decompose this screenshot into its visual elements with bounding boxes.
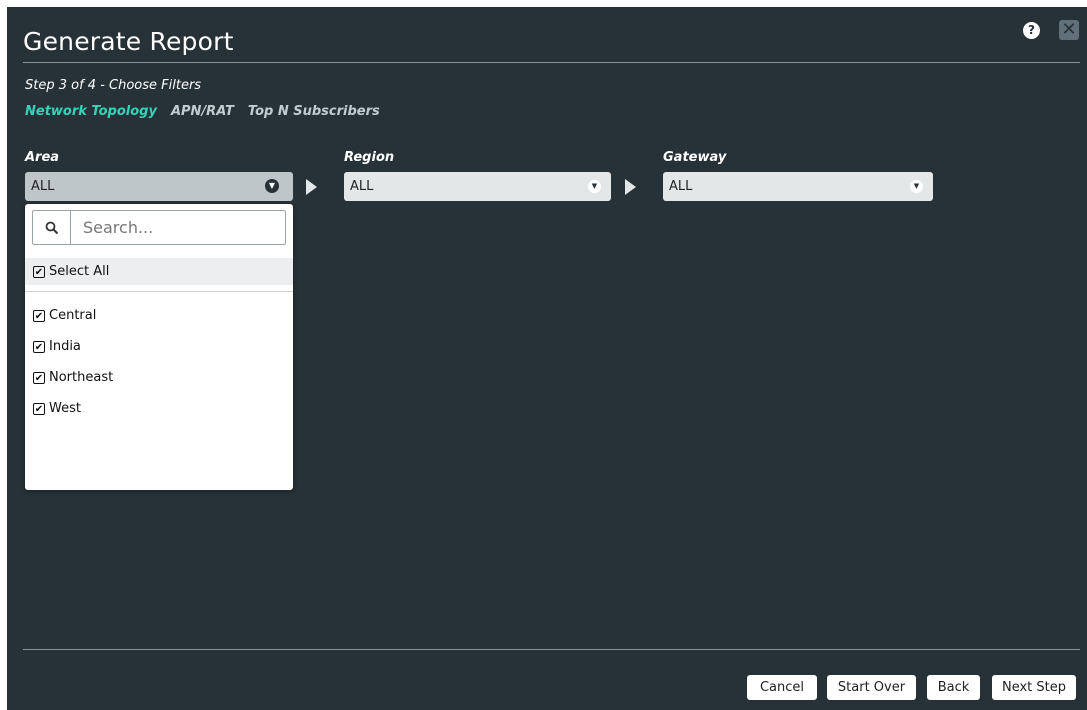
dropdown-divider: [25, 291, 293, 292]
checkbox-checked-icon[interactable]: ✔: [33, 265, 45, 278]
gateway-label: Gateway: [663, 150, 727, 165]
chevron-down-icon: ▼: [588, 180, 601, 193]
title-divider: [23, 62, 1080, 63]
list-item-india[interactable]: ✔ India: [33, 339, 81, 354]
back-button[interactable]: Back: [927, 675, 980, 700]
checkbox-checked-icon[interactable]: ✔: [33, 402, 45, 415]
checkbox-checked-icon[interactable]: ✔: [33, 340, 45, 353]
area-select[interactable]: ALL ▼: [25, 172, 293, 201]
area-label: Area: [25, 150, 60, 165]
area-dropdown-panel: ✔ Select All ✔ Central ✔ India ✔ Northea…: [25, 204, 293, 490]
gateway-select-value: ALL: [669, 179, 693, 194]
list-item-label: India: [49, 339, 81, 354]
tab-top-n-subscribers[interactable]: Top N Subscribers: [248, 104, 380, 119]
search-input[interactable]: [71, 211, 285, 244]
gateway-select[interactable]: ALL ▼: [663, 172, 933, 201]
list-item-central[interactable]: ✔ Central: [33, 308, 96, 323]
chevron-down-icon: ▼: [265, 179, 279, 193]
cancel-button[interactable]: Cancel: [747, 675, 817, 700]
start-over-button[interactable]: Start Over: [827, 675, 916, 700]
arrow-right-icon: [625, 179, 636, 195]
close-x-icon[interactable]: ✕: [1059, 20, 1079, 40]
step-indicator: Step 3 of 4 - Choose Filters: [25, 78, 202, 93]
search-icon: [33, 211, 71, 244]
footer-divider: [23, 649, 1080, 650]
chevron-down-icon: ▼: [910, 180, 923, 193]
select-all-label: Select All: [49, 264, 110, 279]
generate-report-dialog: Generate Report ? ✕ Step 3 of 4 - Choose…: [7, 7, 1087, 710]
tab-network-topology[interactable]: Network Topology: [25, 104, 157, 119]
list-item-northeast[interactable]: ✔ Northeast: [33, 370, 113, 385]
region-label: Region: [344, 150, 395, 165]
dialog-title: Generate Report: [23, 27, 234, 56]
list-item-label: Northeast: [49, 370, 114, 385]
select-all-option[interactable]: ✔ Select All: [25, 258, 293, 285]
list-item-label: West: [49, 401, 81, 416]
filter-tabs: Network Topology APN/RAT Top N Subscribe…: [25, 104, 380, 119]
arrow-right-icon: [306, 179, 317, 195]
region-select[interactable]: ALL ▼: [344, 172, 611, 201]
tab-apn-rat[interactable]: APN/RAT: [171, 104, 234, 119]
area-select-value: ALL: [31, 179, 55, 194]
next-step-button[interactable]: Next Step: [992, 675, 1076, 700]
search-box: [32, 210, 286, 245]
checkbox-checked-icon[interactable]: ✔: [33, 309, 45, 322]
question-circle-icon[interactable]: ?: [1023, 22, 1040, 39]
checkbox-checked-icon[interactable]: ✔: [33, 371, 45, 384]
list-item-west[interactable]: ✔ West: [33, 401, 81, 416]
region-select-value: ALL: [350, 179, 374, 194]
list-item-label: Central: [49, 308, 97, 323]
